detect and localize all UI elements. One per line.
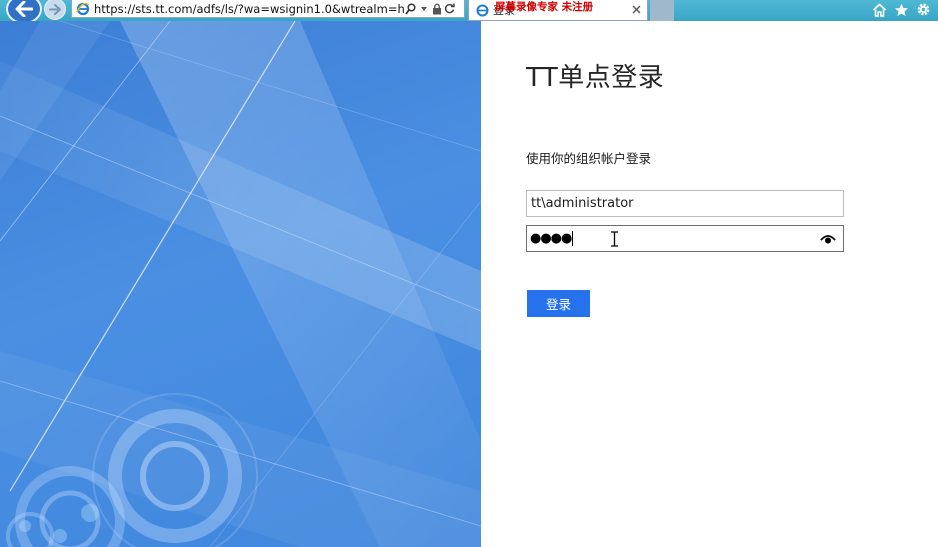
search-icon[interactable] bbox=[404, 1, 417, 17]
forward-arrow-icon bbox=[49, 3, 61, 15]
i-beam-cursor-icon bbox=[611, 231, 618, 247]
recorder-watermark: 屏幕录像专家 未注册 bbox=[495, 1, 594, 13]
address-url[interactable]: https://sts.tt.com/adfs/ls/?wa=wsignin1.… bbox=[94, 2, 404, 16]
toolbar-icons bbox=[871, 1, 932, 18]
signin-panel: TT单点登录 使用你的组织帐户登录 tt\administrator ●●●● … bbox=[481, 21, 938, 547]
signin-instructions: 使用你的组织帐户登录 bbox=[526, 151, 652, 166]
ie-logo-icon bbox=[74, 1, 92, 17]
tab-title: 登录 屏幕录像专家 未注册 bbox=[493, 1, 593, 18]
home-icon[interactable] bbox=[871, 1, 888, 18]
close-icon[interactable] bbox=[630, 3, 642, 15]
gear-icon[interactable] bbox=[915, 1, 932, 18]
back-arrow-icon bbox=[15, 1, 33, 17]
username-value: tt\administrator bbox=[531, 196, 634, 211]
browser-toolbar: https://sts.tt.com/adfs/ls/?wa=wsignin1.… bbox=[0, 0, 938, 24]
username-input[interactable]: tt\administrator bbox=[526, 190, 844, 217]
abstract-light-rays bbox=[0, 21, 481, 547]
signin-button[interactable]: 登录 bbox=[527, 290, 590, 317]
lock-icon[interactable] bbox=[430, 1, 443, 17]
brand-illustration bbox=[0, 21, 481, 547]
tab-login[interactable]: 登录 屏幕录像专家 未注册 bbox=[468, 0, 648, 21]
page-title: TT单点登录 bbox=[526, 63, 665, 93]
page-favicon-icon bbox=[474, 2, 490, 18]
text-caret bbox=[572, 231, 574, 246]
address-bar[interactable]: https://sts.tt.com/adfs/ls/?wa=wsignin1.… bbox=[71, 0, 465, 18]
password-masked-value: ●●●● bbox=[530, 231, 572, 246]
password-input[interactable]: ●●●● bbox=[526, 225, 844, 252]
refresh-icon[interactable] bbox=[443, 1, 456, 17]
eye-icon[interactable] bbox=[820, 233, 836, 245]
dropdown-arrow-icon[interactable] bbox=[417, 1, 430, 17]
forward-button[interactable] bbox=[44, 0, 66, 20]
star-icon[interactable] bbox=[893, 1, 910, 18]
new-tab-button[interactable] bbox=[650, 0, 674, 21]
